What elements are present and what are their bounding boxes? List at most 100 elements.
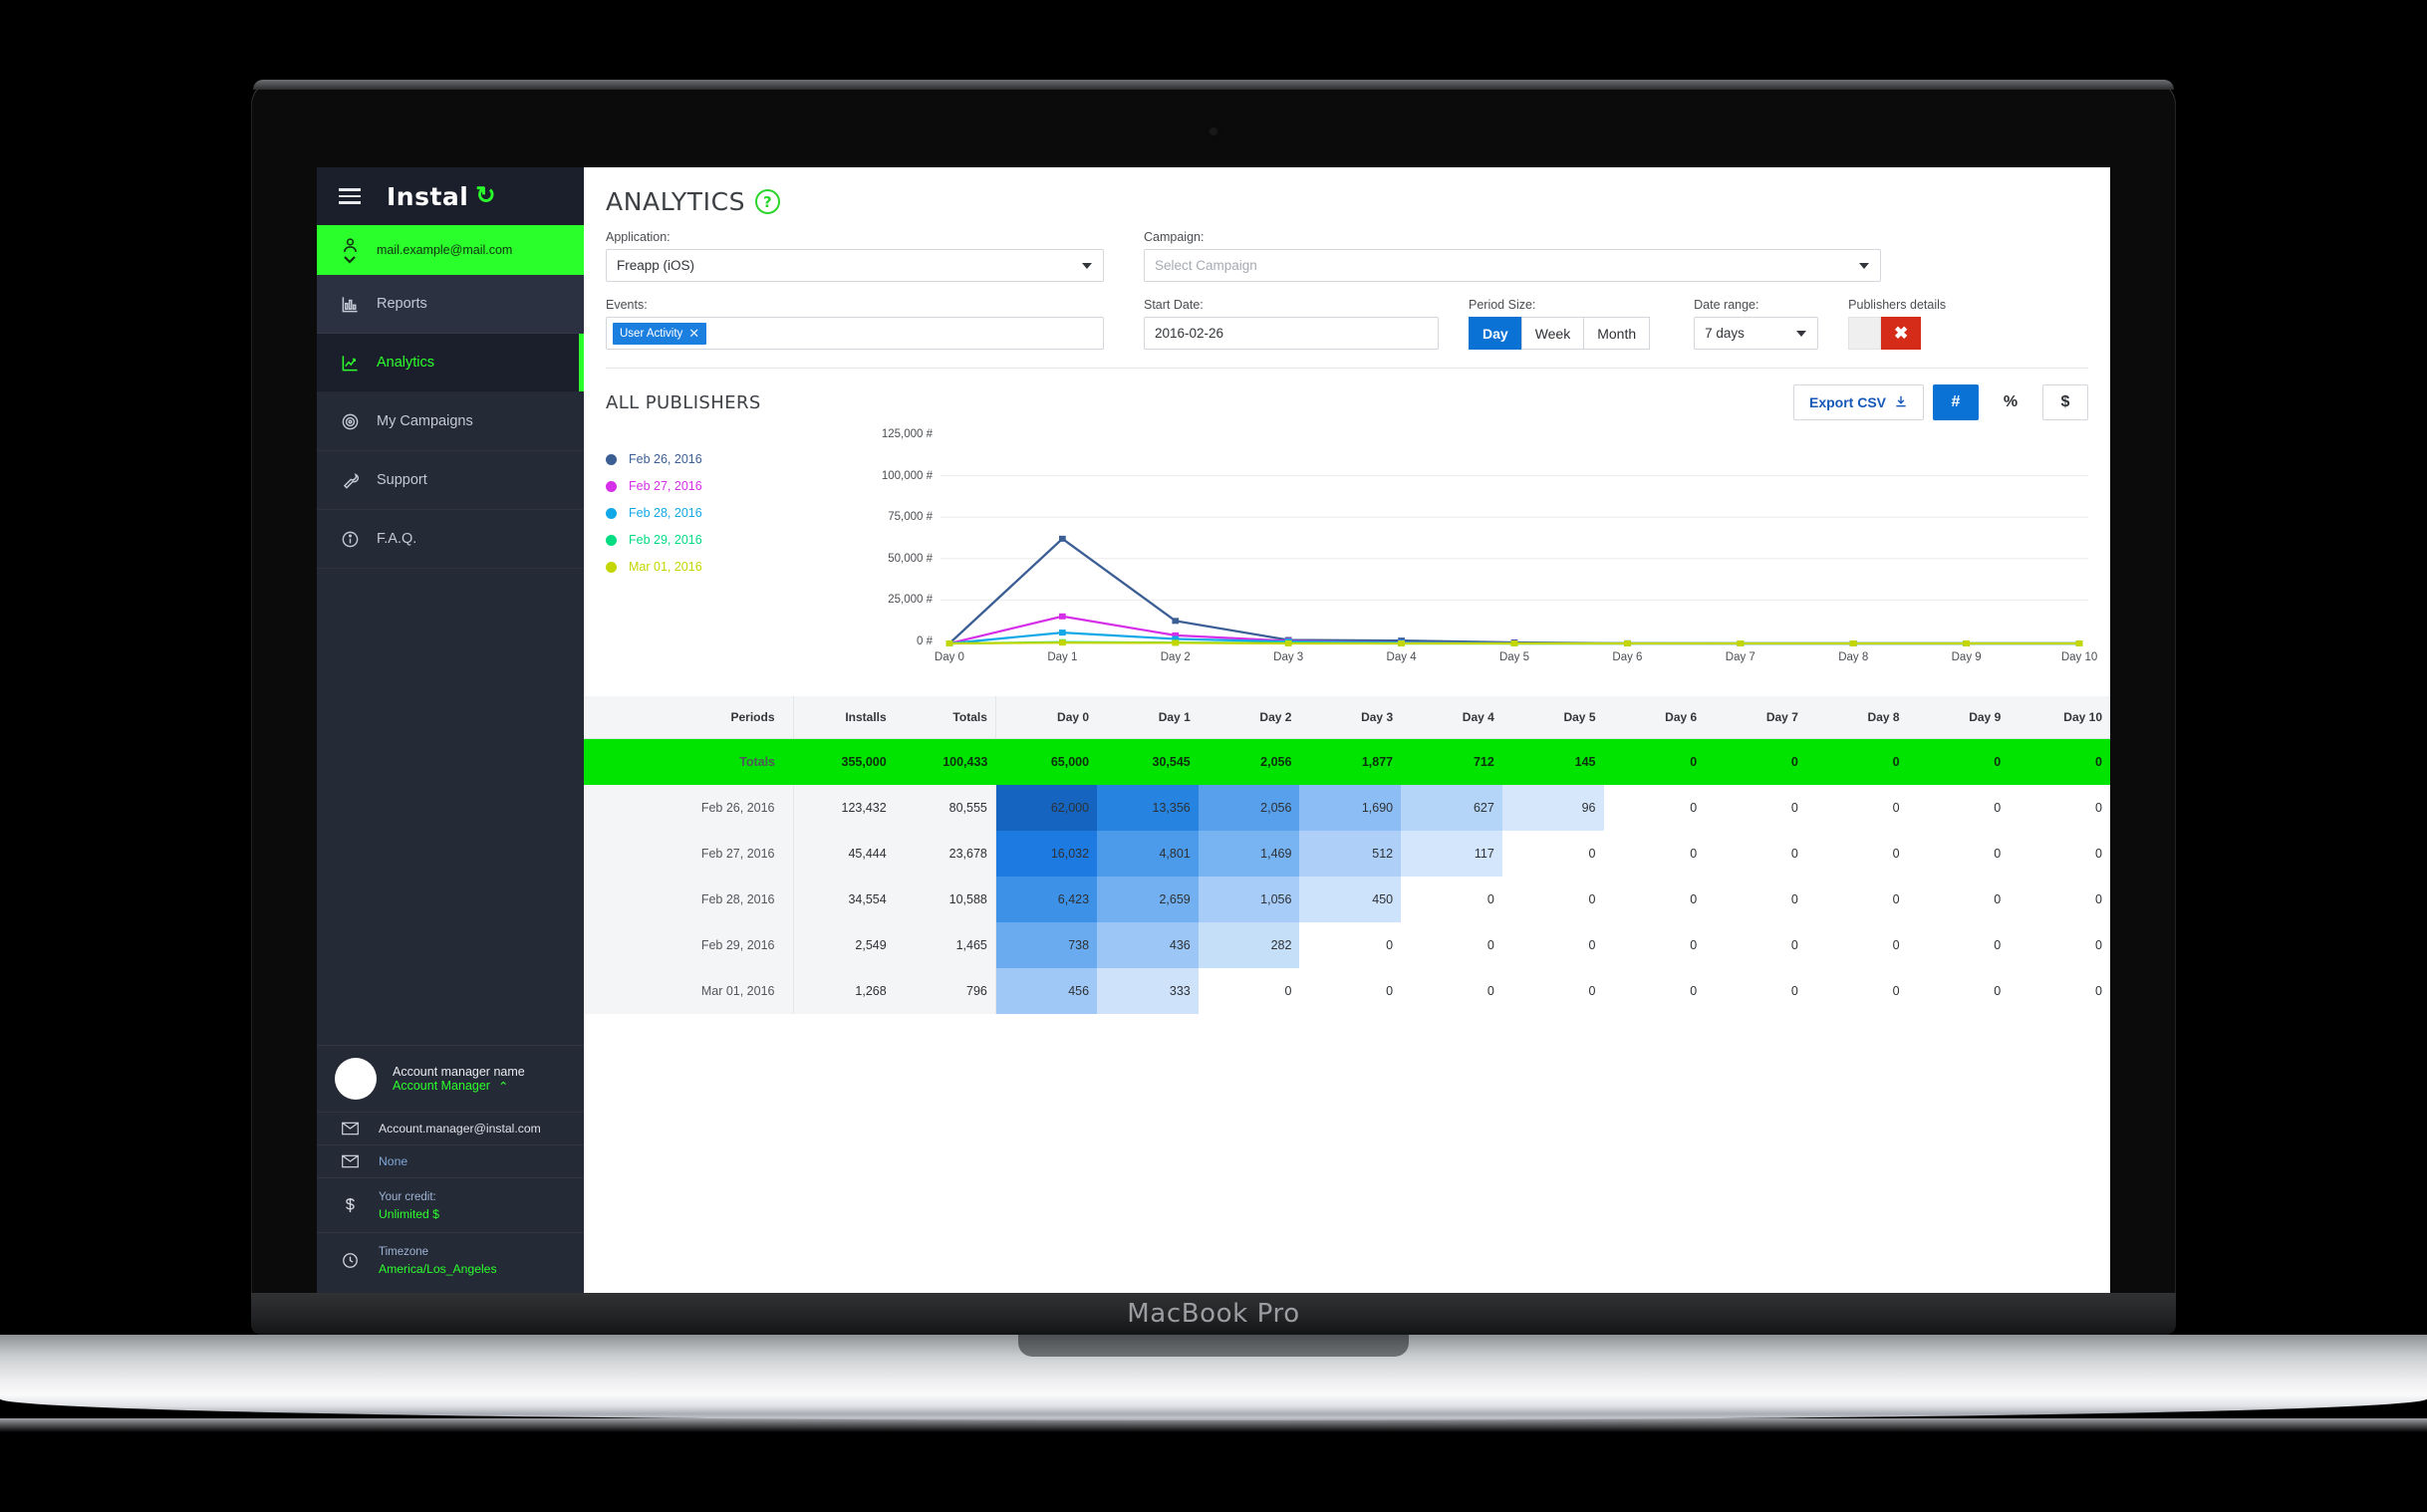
download-icon <box>1894 394 1908 411</box>
table-column-header[interactable]: Day 8 <box>1805 696 1908 739</box>
table-column-header[interactable]: Day 4 <box>1401 696 1502 739</box>
sidebar-item-my-campaigns[interactable]: My Campaigns <box>317 392 584 451</box>
account-manager-header[interactable]: Account manager name Account Manager ⌃ <box>317 1045 584 1112</box>
chart-point[interactable] <box>1059 535 1066 542</box>
laptop-chin: MacBook Pro <box>251 1293 2176 1335</box>
lid-top-highlight <box>253 80 2174 90</box>
close-icon[interactable]: ✕ <box>688 326 699 342</box>
chart-point[interactable] <box>1737 640 1745 646</box>
sidebar-item-reports[interactable]: Reports <box>317 275 584 334</box>
table-row[interactable]: Feb 29, 2016 2,549 1,465 738 436 282 0 0 0 0 0 0 0 0 <box>584 922 2110 968</box>
table-column-header[interactable]: Day 2 <box>1198 696 1300 739</box>
table-cell: 0 <box>1805 831 1908 877</box>
sidebar-item-faq[interactable]: F.A.Q. <box>317 510 584 569</box>
chart-point[interactable] <box>1624 640 1631 646</box>
table-column-header[interactable]: Day 10 <box>2009 696 2110 739</box>
table-column-header[interactable]: Day 9 <box>1907 696 2010 739</box>
table-cell: 0 <box>2009 968 2110 1014</box>
chevron-down-icon <box>1859 262 1869 269</box>
page-header: ANALYTICS ? <box>584 167 2110 216</box>
unit-number-button[interactable]: # <box>1933 384 1979 420</box>
legend-item[interactable]: Feb 26, 2016 <box>606 452 845 466</box>
events-input[interactable]: User Activity ✕ <box>606 317 1104 350</box>
table-column-header[interactable]: Day 5 <box>1501 696 1604 739</box>
toggle-on-side[interactable]: ✖ <box>1881 317 1922 350</box>
sidebar-item-analytics[interactable]: Analytics <box>317 334 584 392</box>
sidebar-item-label: Support <box>377 472 427 488</box>
legend-color-dot <box>606 480 617 492</box>
chart-point[interactable] <box>1510 640 1518 646</box>
chart-point[interactable] <box>1059 639 1066 646</box>
table-cell: 0 <box>1805 877 1908 922</box>
chart-point[interactable] <box>945 640 953 646</box>
export-csv-button[interactable]: Export CSV <box>1792 384 1924 420</box>
period-day-button[interactable]: Day <box>1469 317 1522 350</box>
help-icon[interactable]: ? <box>755 189 781 214</box>
legend-label: Feb 29, 2016 <box>629 533 702 547</box>
legend-item[interactable]: Mar 01, 2016 <box>606 560 845 574</box>
table-column-header[interactable]: Day 7 <box>1705 696 1806 739</box>
table-column-header[interactable]: Totals <box>894 696 996 739</box>
table-column-header[interactable]: Periods <box>584 696 794 739</box>
event-tag-label: User Activity <box>620 327 683 340</box>
table-row[interactable]: Feb 26, 2016 123,432 80,555 62,000 13,356 2,0… <box>584 785 2110 831</box>
table-totals-row: Totals 355,000 100,433 65,000 30,545 2,056 1,8… <box>584 738 2110 785</box>
legend-label: Feb 26, 2016 <box>629 452 702 466</box>
table-row[interactable]: Feb 27, 2016 45,444 23,678 16,032 4,801 1,469… <box>584 831 2110 877</box>
chart-point[interactable] <box>1172 639 1180 646</box>
table-column-header[interactable]: Day 6 <box>1603 696 1706 739</box>
table-column-header[interactable]: Day 3 <box>1299 696 1402 739</box>
toggle-off-side[interactable] <box>1848 317 1882 350</box>
table-cell: 712 <box>1401 738 1502 785</box>
table-cell: 0 <box>2009 785 2110 831</box>
table-row[interactable]: Feb 28, 2016 34,554 10,588 6,423 2,659 1,056 4… <box>584 877 2110 922</box>
account-selector[interactable]: mail.example@mail.com <box>317 225 584 275</box>
period-month-button[interactable]: Month <box>1583 317 1651 350</box>
legend-item[interactable]: Feb 27, 2016 <box>606 479 845 493</box>
unit-currency-button[interactable]: $ <box>2042 384 2088 420</box>
chevron-up-icon[interactable]: ⌃ <box>498 1079 508 1094</box>
table-row[interactable]: Mar 01, 2016 1,268 796 456 333 0 0 0 0 0 0 0 0 0 <box>584 968 2110 1014</box>
chart-point[interactable] <box>1284 640 1292 646</box>
chart-point[interactable] <box>1059 613 1066 620</box>
start-date-input[interactable]: 2016-02-26 <box>1144 317 1439 350</box>
period-week-button[interactable]: Week <box>1520 317 1585 350</box>
hamburger-menu-icon[interactable] <box>339 188 361 204</box>
chart-point[interactable] <box>2075 640 2083 646</box>
table-column-header[interactable]: Day 1 <box>1097 696 1199 739</box>
credit-row: Your credit: Unlimited $ <box>317 1177 584 1232</box>
legend-color-dot <box>606 453 617 465</box>
table-column-header[interactable]: Installs <box>793 696 895 739</box>
legend-item[interactable]: Feb 28, 2016 <box>606 506 845 520</box>
table-cell: 456 <box>995 968 1098 1014</box>
table-column-header[interactable]: Day 0 <box>995 696 1098 739</box>
publishers-details-toggle[interactable]: ✖ <box>1848 317 1946 350</box>
chart-y-tick: 50,000 # <box>888 552 933 565</box>
chart-point[interactable] <box>1849 640 1857 646</box>
table-cell: 0 <box>1907 785 2010 831</box>
chevron-down-icon <box>1796 330 1807 337</box>
chart-point[interactable] <box>1398 640 1405 646</box>
secondary-contact-row[interactable]: None <box>317 1144 584 1177</box>
logo[interactable]: Instal ↻ <box>387 182 495 211</box>
chart-point[interactable] <box>1963 640 1970 646</box>
legend-item[interactable]: Feb 29, 2016 <box>606 533 845 547</box>
table-cell: 2,549 <box>793 922 895 968</box>
credit-value: Unlimited $ <box>379 1207 439 1221</box>
chart-point[interactable] <box>1059 630 1066 636</box>
account-manager-email-row[interactable]: Account.manager@instal.com <box>317 1112 584 1144</box>
event-tag[interactable]: User Activity ✕ <box>613 322 707 345</box>
table-cell: Mar 01, 2016 <box>584 968 794 1014</box>
unit-percent-button[interactable]: % <box>1988 384 2033 420</box>
date-range-select[interactable]: 7 days <box>1694 317 1819 350</box>
table-cell: 1,056 <box>1198 877 1300 922</box>
timezone-row: Timezone America/Los_Angeles <box>317 1232 584 1287</box>
table-cell: 0 <box>1603 968 1706 1014</box>
sidebar-item-support[interactable]: Support <box>317 451 584 510</box>
table-cell: 0 <box>1907 922 2010 968</box>
chart-point[interactable] <box>1172 618 1180 625</box>
application-select[interactable]: Freapp (iOS) <box>606 249 1104 282</box>
line-chart-icon <box>339 354 361 373</box>
campaign-select[interactable]: Select Campaign <box>1144 249 1881 282</box>
table-cell: 2,056 <box>1198 738 1300 785</box>
